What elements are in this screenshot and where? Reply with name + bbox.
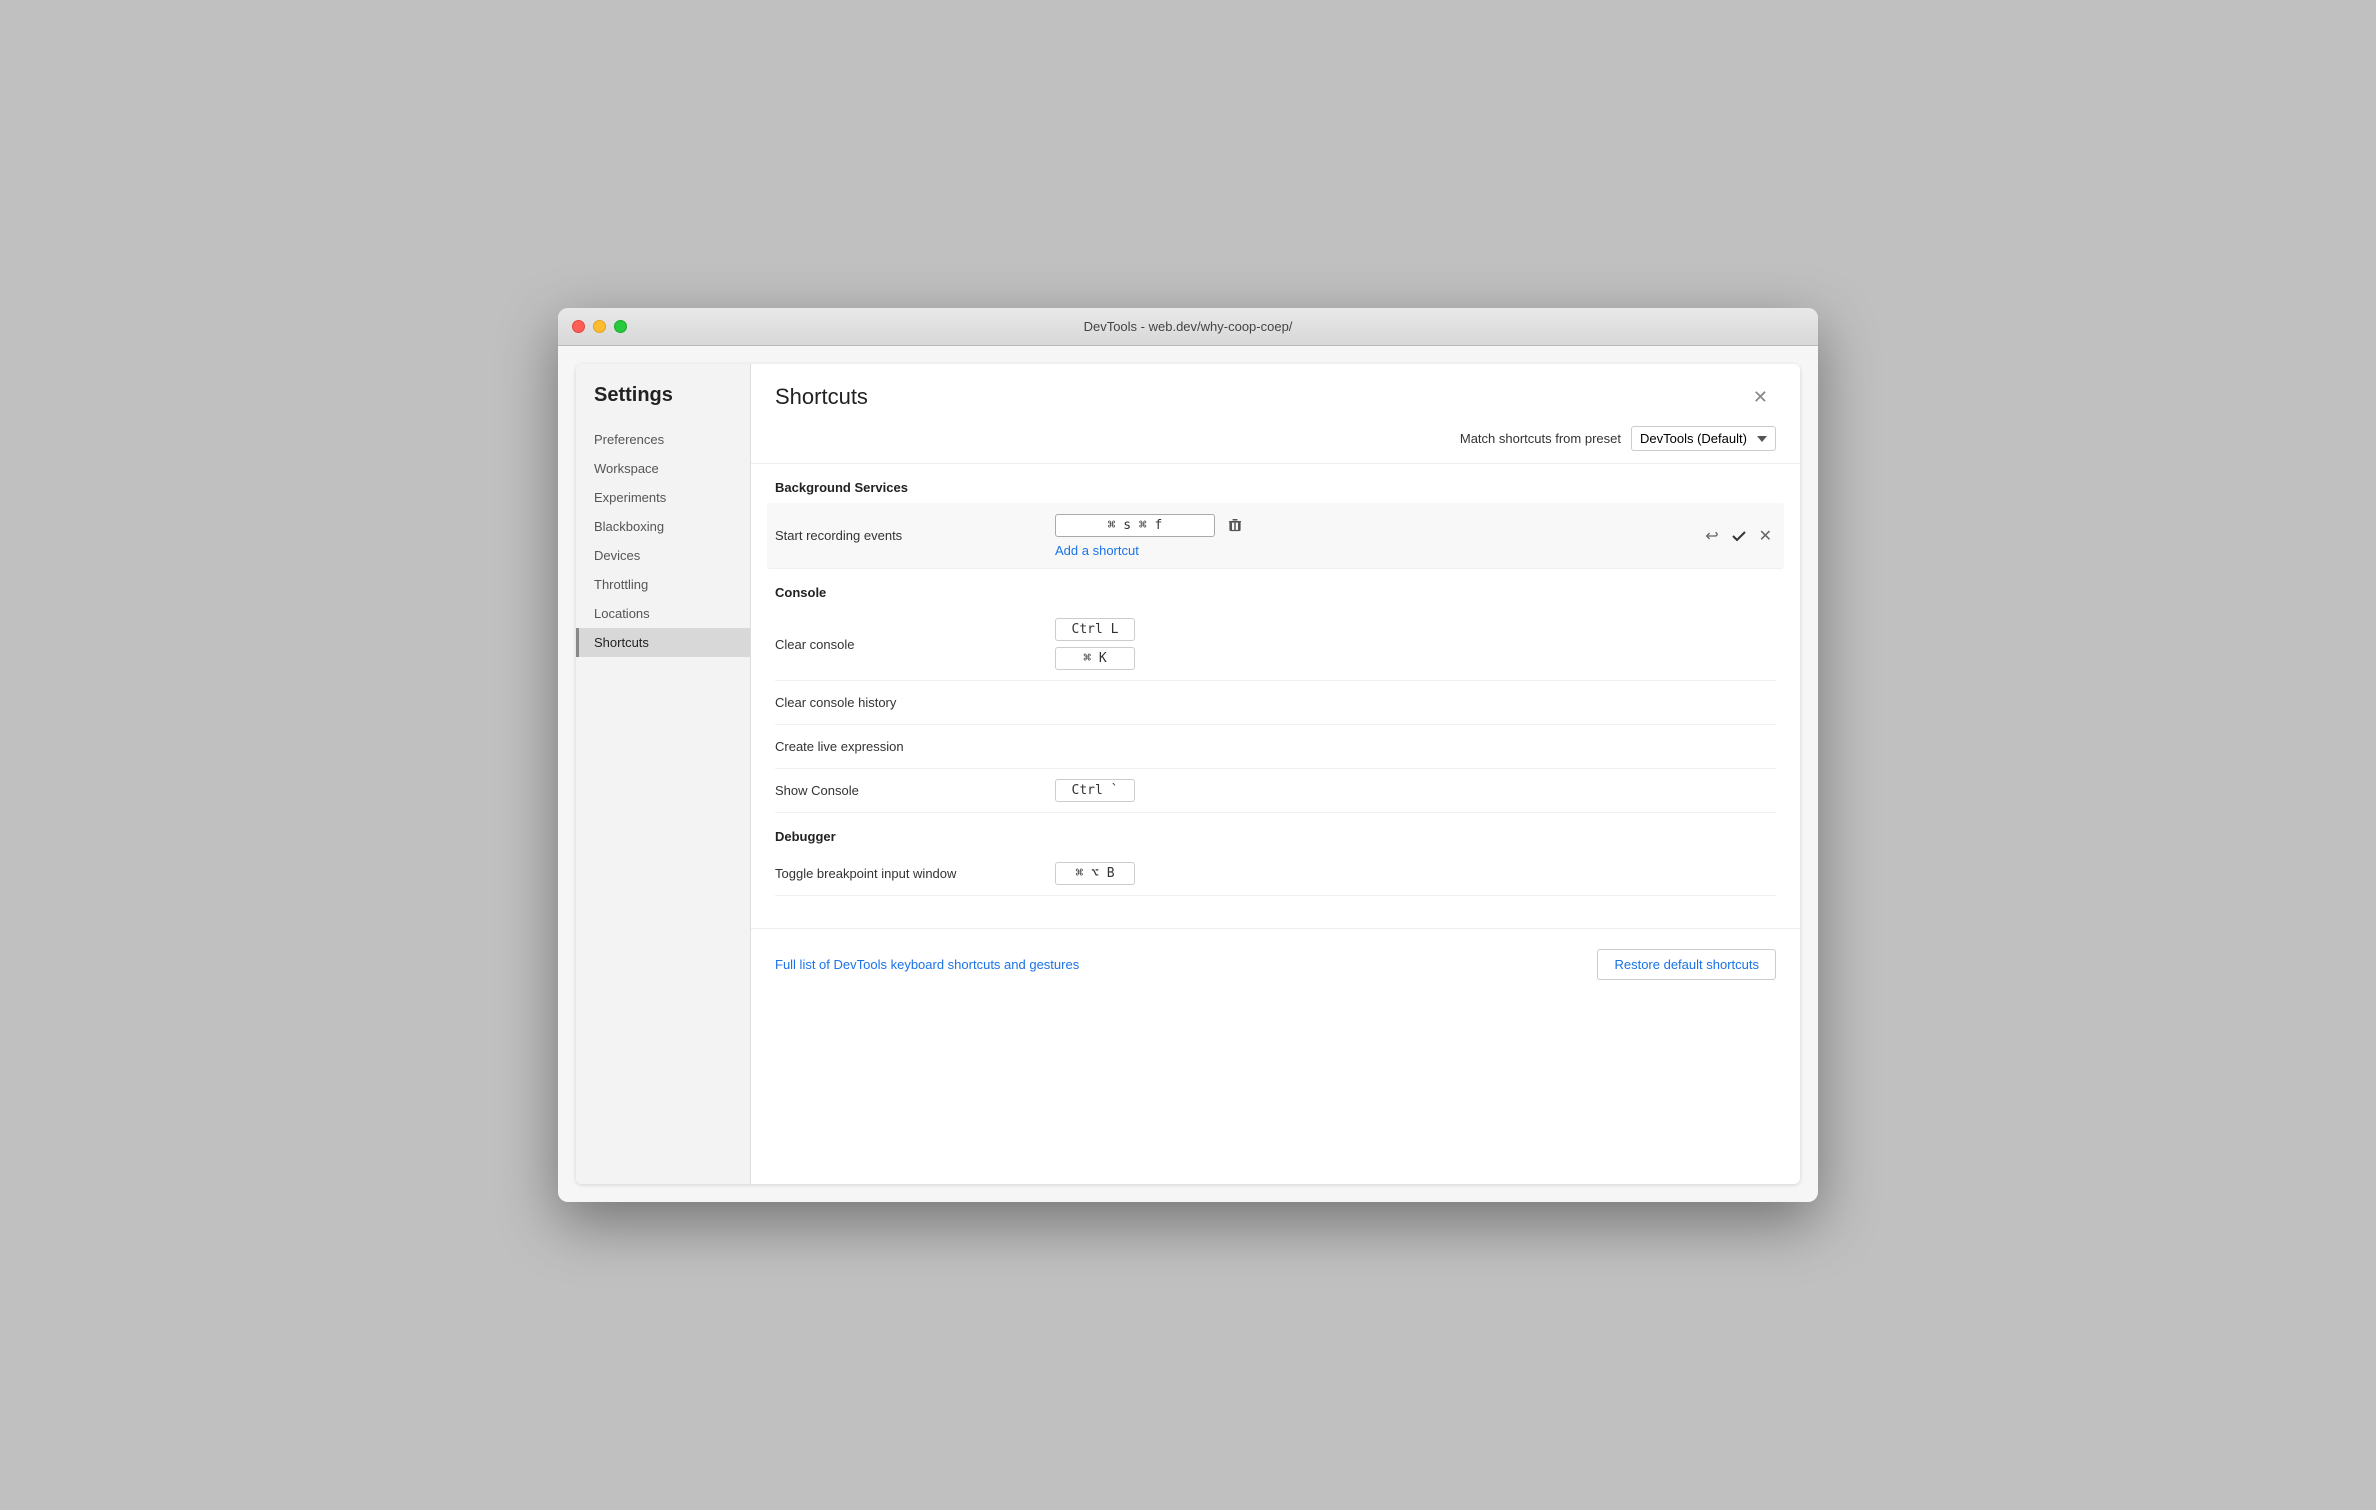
shortcut-row-create-live-expression: Create live expression (775, 725, 1776, 769)
sidebar-item-devices[interactable]: Devices (576, 541, 750, 570)
close-button[interactable]: ✕ (1745, 384, 1776, 410)
page-title: Shortcuts (775, 384, 868, 410)
minimize-traffic-light[interactable] (593, 320, 606, 333)
preset-select[interactable]: DevTools (Default) Visual Studio Code (1631, 426, 1776, 451)
shortcut-keys-start-recording: ⌘ s ⌘ f (1055, 513, 1693, 558)
key-row-cmd-alt-b: ⌘ ⌥ B (1055, 862, 1776, 885)
traffic-lights (572, 320, 627, 333)
shortcut-keys-show-console: Ctrl ` (1055, 779, 1776, 802)
settings-heading: Settings (576, 384, 750, 425)
delete-shortcut-button[interactable] (1223, 513, 1247, 537)
main-content: Shortcuts ✕ Match shortcuts from preset … (751, 364, 1800, 1184)
confirm-shortcut-button[interactable] (1727, 524, 1751, 548)
key-badge-cmd-alt-b: ⌘ ⌥ B (1055, 862, 1135, 885)
undo-shortcut-button[interactable]: ↩ (1701, 522, 1722, 550)
app-window: DevTools - web.dev/why-coop-coep/ Settin… (558, 308, 1818, 1202)
full-list-link[interactable]: Full list of DevTools keyboard shortcuts… (775, 957, 1079, 972)
add-shortcut-link[interactable]: Add a shortcut (1055, 543, 1693, 558)
shortcut-name-start-recording: Start recording events (775, 528, 1055, 543)
footer-row: Full list of DevTools keyboard shortcuts… (751, 928, 1800, 1000)
key-row-cmd-k: ⌘ K (1055, 647, 1776, 670)
key-row-ctrl-backtick: Ctrl ` (1055, 779, 1776, 802)
fullscreen-traffic-light[interactable] (614, 320, 627, 333)
shortcut-row-start-recording: Start recording events ⌘ s ⌘ f (767, 503, 1784, 569)
shortcut-name-show-console: Show Console (775, 783, 1055, 798)
titlebar-title: DevTools - web.dev/why-coop-coep/ (1084, 319, 1293, 334)
sidebar-item-shortcuts[interactable]: Shortcuts (576, 628, 750, 657)
settings-panel: Settings Preferences Workspace Experimen… (576, 364, 1800, 1184)
section-header-debugger: Debugger (775, 813, 1776, 852)
sidebar-item-preferences[interactable]: Preferences (576, 425, 750, 454)
key-badge-cmd-s-cmd-f[interactable]: ⌘ s ⌘ f (1055, 514, 1215, 537)
sidebar-item-blackboxing[interactable]: Blackboxing (576, 512, 750, 541)
shortcut-row-show-console: Show Console Ctrl ` (775, 769, 1776, 813)
shortcut-keys-toggle-breakpoint: ⌘ ⌥ B (1055, 862, 1776, 885)
shortcut-row-toggle-breakpoint: Toggle breakpoint input window ⌘ ⌥ B (775, 852, 1776, 896)
sidebar-item-locations[interactable]: Locations (576, 599, 750, 628)
shortcut-name-toggle-breakpoint: Toggle breakpoint input window (775, 866, 1055, 881)
shortcut-name-clear-console: Clear console (775, 637, 1055, 652)
shortcut-key-row: ⌘ s ⌘ f (1055, 513, 1693, 537)
shortcut-keys-clear-console: Ctrl L ⌘ K (1055, 618, 1776, 670)
cancel-shortcut-button[interactable]: ✕ (1755, 522, 1776, 550)
key-badge-ctrl-backtick: Ctrl ` (1055, 779, 1135, 802)
shortcut-name-create-live-expression: Create live expression (775, 739, 1055, 754)
preset-label: Match shortcuts from preset (1460, 431, 1621, 446)
key-badge-cmd-k: ⌘ K (1055, 647, 1135, 670)
shortcut-row-clear-console-history: Clear console history (775, 681, 1776, 725)
shortcuts-body: Background Services Start recording even… (751, 464, 1800, 920)
editing-actions: ↩ ✕ (1701, 522, 1776, 550)
sidebar-item-workspace[interactable]: Workspace (576, 454, 750, 483)
main-header: Shortcuts ✕ (751, 364, 1800, 410)
sidebar: Settings Preferences Workspace Experimen… (576, 364, 751, 1184)
sidebar-item-throttling[interactable]: Throttling (576, 570, 750, 599)
shortcut-name-clear-console-history: Clear console history (775, 695, 1055, 710)
close-traffic-light[interactable] (572, 320, 585, 333)
section-header-console: Console (775, 569, 1776, 608)
titlebar: DevTools - web.dev/why-coop-coep/ (558, 308, 1818, 346)
key-badge-ctrl-l: Ctrl L (1055, 618, 1135, 641)
shortcut-row-clear-console: Clear console Ctrl L ⌘ K (775, 608, 1776, 681)
sidebar-item-experiments[interactable]: Experiments (576, 483, 750, 512)
section-header-background-services: Background Services (775, 464, 1776, 503)
preset-row: Match shortcuts from preset DevTools (De… (751, 410, 1800, 464)
key-row-ctrl-l: Ctrl L (1055, 618, 1776, 641)
restore-defaults-button[interactable]: Restore default shortcuts (1597, 949, 1776, 980)
